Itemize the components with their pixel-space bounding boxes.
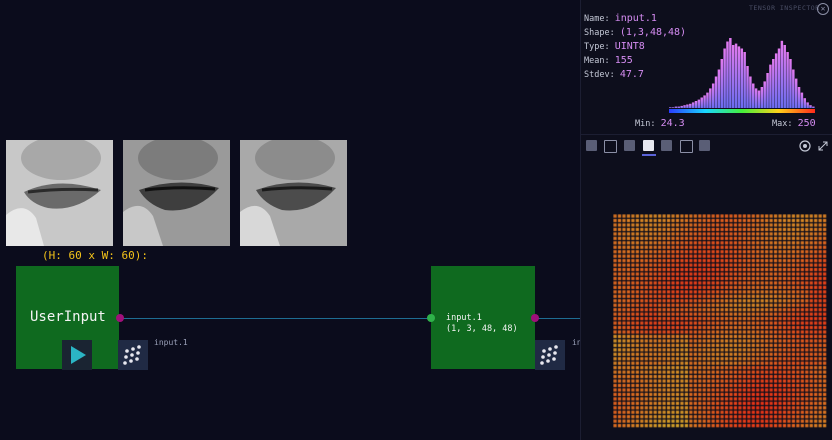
histogram-bar	[700, 97, 703, 108]
histogram-bar	[743, 52, 746, 108]
histogram-bar	[740, 48, 744, 108]
stat-stdev: Stdev: 47.7	[584, 69, 644, 80]
stat-mean: Mean: 155	[584, 55, 633, 66]
userinput-output-label: input.1	[154, 338, 188, 347]
histogram-bar	[706, 92, 709, 108]
histogram-bar	[760, 87, 764, 108]
value-histogram	[669, 38, 815, 113]
face-crop-thumbnail-3[interactable]	[240, 140, 347, 246]
copy-icon[interactable]	[604, 140, 617, 153]
histogram-bar	[763, 81, 766, 108]
histogram-bar	[752, 83, 755, 108]
histogram-bar	[669, 107, 672, 108]
userinput-output-port[interactable]	[116, 314, 124, 322]
heatmap-view-icon[interactable]	[643, 140, 654, 151]
input-node-input-port[interactable]	[427, 314, 435, 322]
histogram-bar	[683, 105, 686, 108]
face-crop-thumbnail-2[interactable]	[123, 140, 230, 246]
wire-userinput-to-input	[120, 318, 432, 319]
histogram-bar	[737, 46, 741, 108]
histogram-bar	[677, 106, 681, 108]
list-view-icon[interactable]	[586, 140, 597, 151]
histogram-bar	[731, 45, 735, 108]
inspector-title: TENSOR INSPECTOR	[749, 4, 820, 12]
histogram-bar	[754, 88, 758, 108]
histogram-bar	[812, 106, 815, 108]
tensor-heatmap-view[interactable]	[613, 214, 827, 428]
histogram-bar	[749, 76, 752, 108]
histogram-bar	[772, 59, 775, 108]
histogram-bar	[689, 103, 692, 108]
play-icon	[71, 346, 86, 364]
play-button[interactable]	[62, 340, 92, 370]
histogram-bar	[711, 83, 715, 108]
histogram-bar	[697, 99, 701, 108]
histogram-bar	[780, 40, 784, 108]
histogram-bar	[786, 52, 789, 108]
tensor-heatmap-canvas[interactable]	[613, 214, 827, 428]
input-node-output-label: in	[572, 338, 580, 347]
histogram-bar	[717, 69, 721, 108]
npy-export-icon[interactable]	[699, 140, 710, 151]
histogram-bar	[777, 48, 781, 108]
histogram-bar	[691, 102, 695, 108]
pixel-view-icon[interactable]	[624, 140, 635, 151]
histogram-bar	[714, 76, 718, 108]
input-node[interactable]: input.1 (1, 3, 48, 48)	[431, 266, 535, 369]
histogram-bar	[766, 73, 769, 108]
stat-name: Name: input.1	[584, 13, 657, 24]
close-inspector-button[interactable]: ✕	[817, 3, 829, 15]
stat-type: Type: UINT8	[584, 41, 645, 52]
histogram-bar	[783, 45, 786, 108]
tensor-inspector-panel: TENSOR INSPECTOR ✕ Name: input.1 Shape: …	[580, 0, 832, 440]
histogram-bar	[800, 92, 804, 108]
expand-icon[interactable]	[817, 140, 829, 152]
histogram-bar	[803, 98, 807, 108]
histogram-bar	[774, 53, 778, 108]
histogram-bar	[789, 59, 792, 108]
face-crop-thumbnail-1[interactable]	[6, 140, 113, 246]
histogram-bar	[723, 48, 726, 108]
histogram-bar	[797, 87, 801, 108]
histogram-bar	[674, 106, 678, 108]
userinput-node-title: UserInput	[30, 309, 106, 325]
dot-grid-icon	[123, 345, 141, 365]
settings-icon[interactable]	[799, 140, 811, 152]
histogram-bar	[757, 90, 761, 108]
dimension-label: (H: 60 x W: 60):	[42, 249, 148, 262]
histogram-bar	[746, 66, 749, 108]
input-node-shape: (1, 3, 48, 48)	[446, 324, 518, 334]
input-node-name: input.1	[446, 313, 482, 323]
max-readout: Max: 250	[772, 118, 816, 129]
histogram-bar	[671, 107, 675, 108]
histogram-bar	[794, 78, 798, 108]
channel-view-icon[interactable]	[680, 140, 693, 153]
histogram-bar	[769, 64, 772, 108]
tensor-view-button[interactable]	[118, 340, 148, 370]
colormap-bar	[669, 109, 815, 113]
histogram-bar	[703, 95, 706, 108]
histogram-bar	[734, 43, 738, 108]
histogram-bar	[709, 88, 712, 108]
histogram-bar	[792, 69, 795, 108]
inspector-toolbar	[581, 134, 832, 159]
dot-grid-icon	[540, 345, 558, 365]
min-readout: Min: 24.3	[635, 118, 685, 129]
histogram-bar	[729, 38, 732, 108]
number-view-icon[interactable]	[661, 140, 672, 151]
close-icon: ✕	[820, 4, 826, 13]
input-tensor-view-button[interactable]	[535, 340, 565, 370]
histogram-bar	[686, 104, 689, 108]
histogram-bar	[809, 105, 812, 108]
histogram-bar	[680, 105, 683, 108]
histogram-bar	[726, 41, 729, 108]
input-node-output-port[interactable]	[531, 314, 539, 322]
histogram-bar	[720, 59, 723, 108]
histogram-bar	[806, 102, 809, 108]
histogram-bar	[694, 101, 698, 108]
wire-input-to-next	[536, 318, 580, 319]
graph-canvas[interactable]: (H: 60 x W: 60): UserInput input.1 input…	[0, 0, 580, 440]
active-tab-indicator	[642, 154, 656, 156]
